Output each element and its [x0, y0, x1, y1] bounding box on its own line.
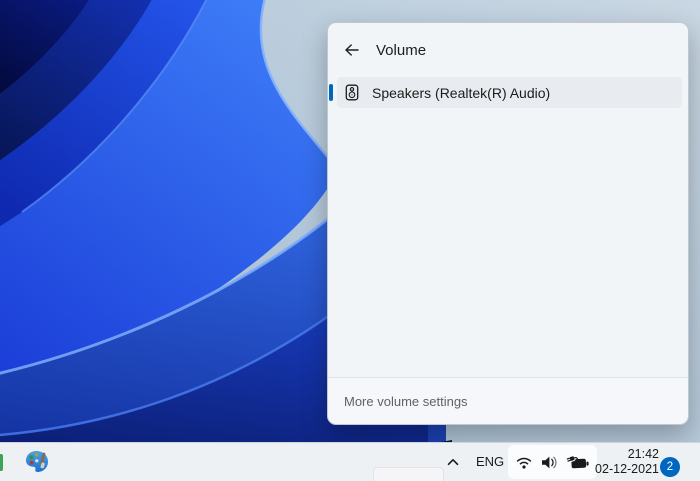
- system-tray-group[interactable]: [508, 445, 597, 479]
- selected-accent-bar: [329, 84, 333, 101]
- volume-icon: [540, 454, 559, 471]
- volume-flyout-panel: Volume Speakers (Realtek(R) Audio) More …: [327, 22, 689, 425]
- wifi-icon: [515, 454, 533, 471]
- audio-device-label: Speakers (Realtek(R) Audio): [372, 84, 551, 101]
- battery-charging-icon: [566, 453, 590, 471]
- paint-icon[interactable]: [23, 448, 50, 475]
- flyout-title: Volume: [376, 41, 427, 59]
- more-volume-settings-label: More volume settings: [344, 393, 468, 409]
- clock-time: 21:42: [627, 447, 659, 461]
- notification-badge[interactable]: 2: [660, 457, 680, 477]
- clock[interactable]: 21:42 02-12-2021: [595, 447, 659, 477]
- language-indicator[interactable]: ENG: [473, 443, 507, 481]
- partial-app-icon[interactable]: [0, 454, 3, 471]
- speaker-device-icon: [345, 84, 359, 101]
- arrow-left-icon: [343, 42, 361, 58]
- desktop-screen: Volume Speakers (Realtek(R) Audio) More …: [0, 0, 700, 481]
- flyout-header: Volume: [328, 23, 688, 77]
- taskbar: ENG 21:42 02-12-2021 2: [0, 442, 700, 481]
- flyout-empty-area: [328, 108, 688, 377]
- clock-date: 02-12-2021: [595, 462, 659, 476]
- partial-window-edge: [373, 467, 444, 481]
- more-volume-settings-link[interactable]: More volume settings: [328, 377, 688, 424]
- hidden-icons-chevron[interactable]: [444, 453, 462, 471]
- back-button[interactable]: [337, 35, 367, 65]
- audio-device-row[interactable]: Speakers (Realtek(R) Audio): [329, 77, 682, 108]
